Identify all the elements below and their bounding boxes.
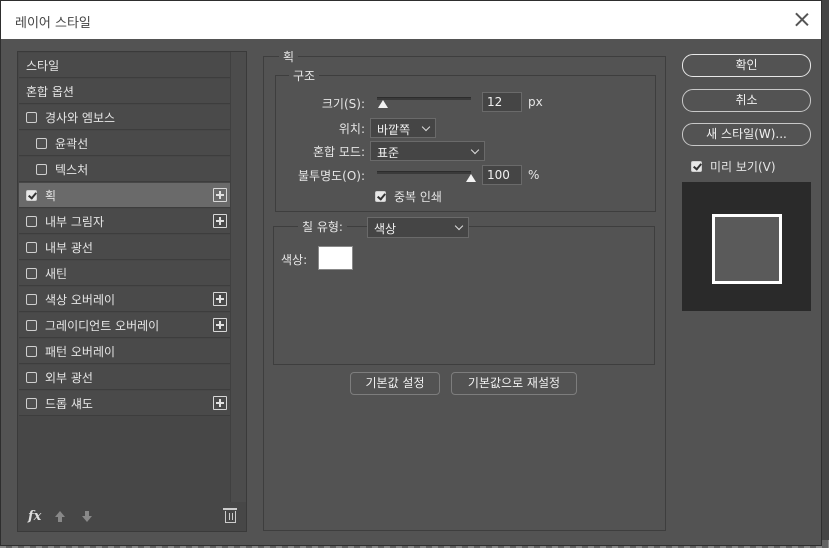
style-item-label: 텍스처	[55, 162, 89, 177]
stroke-section-title: 획	[279, 48, 299, 65]
style-checkbox[interactable]	[26, 241, 37, 253]
style-item-label: 혼합 옵션	[26, 84, 74, 99]
preview-thumbnail	[682, 182, 811, 311]
style-checkbox[interactable]	[26, 267, 37, 279]
style-item-label: 외부 광선	[45, 370, 93, 385]
fill-type-select[interactable]: 색상	[367, 217, 469, 238]
style-item[interactable]: 스타일	[19, 53, 231, 78]
move-down-icon[interactable]	[81, 511, 93, 523]
chevron-down-icon	[454, 221, 464, 231]
style-checkbox[interactable]	[26, 111, 37, 123]
chevron-down-icon	[421, 122, 431, 132]
style-item[interactable]: 그레이디언트 오버레이	[19, 313, 231, 338]
preview-checkbox[interactable]: 미리 보기(V)	[691, 158, 776, 175]
size-slider-track[interactable]	[377, 97, 471, 100]
style-item[interactable]: 경사와 엠보스	[19, 105, 231, 130]
style-item-label: 내부 그림자	[45, 214, 105, 229]
size-input[interactable]: 12	[482, 92, 522, 112]
make-default-button[interactable]: 기본값 설정	[350, 372, 440, 395]
style-item[interactable]: 색상 오버레이	[19, 287, 231, 312]
preview-check-icon	[691, 161, 702, 172]
style-item-label: 획	[45, 188, 57, 203]
add-effect-icon[interactable]	[213, 188, 227, 202]
style-checkbox[interactable]	[26, 293, 37, 305]
style-item-label: 스타일	[26, 58, 60, 73]
layer-style-dialog: 레이어 스타일 스타일 혼합 옵션 경사와 엠보스 윤곽선 텍스처 획 내부 그림자 내부 광…	[0, 0, 822, 546]
preview-stroke-square	[712, 214, 782, 284]
add-effect-icon[interactable]	[213, 396, 227, 410]
opacity-slider-track[interactable]	[377, 171, 471, 174]
style-item[interactable]: 혼합 옵션	[19, 79, 231, 104]
style-item[interactable]: 내부 광선	[19, 235, 231, 260]
trash-icon[interactable]	[223, 508, 237, 523]
fill-type-value: 색상	[374, 222, 397, 236]
add-effect-icon[interactable]	[213, 318, 227, 332]
style-item-label: 윤곽선	[55, 136, 89, 151]
chevron-down-icon	[470, 145, 480, 155]
blend-mode-select[interactable]: 표준	[370, 141, 485, 161]
add-effect-icon[interactable]	[213, 214, 227, 228]
style-checkbox[interactable]	[36, 163, 47, 175]
blend-mode-label: 혼합 모드:	[312, 145, 365, 159]
style-item-label: 드롭 섀도	[45, 396, 93, 411]
dialog-title: 레이어 스타일	[15, 16, 91, 31]
fx-button[interactable]: fx	[28, 509, 41, 524]
style-item[interactable]: 윤곽선	[19, 131, 231, 156]
style-checkbox[interactable]	[26, 215, 37, 227]
style-item[interactable]: 텍스처	[19, 157, 231, 182]
blend-mode-value: 표준	[377, 146, 400, 160]
overprint-check-icon	[375, 191, 386, 202]
style-checkbox[interactable]	[26, 345, 37, 357]
style-item[interactable]: 외부 광선	[19, 365, 231, 390]
cancel-button[interactable]: 취소	[682, 89, 811, 112]
opacity-label: 불투명도(O):	[297, 169, 365, 183]
color-label: 색상:	[281, 253, 308, 267]
style-item-label: 경사와 엠보스	[45, 110, 116, 125]
style-item-label: 패턴 오버레이	[45, 344, 116, 359]
opacity-input[interactable]: 100	[482, 165, 522, 185]
title-bar: 레이어 스타일	[1, 1, 821, 39]
style-item-label: 내부 광선	[45, 240, 93, 255]
style-checkbox[interactable]	[26, 189, 37, 201]
styles-list-scrollbar[interactable]	[230, 52, 246, 502]
position-label: 위치:	[338, 122, 365, 136]
opacity-unit: %	[528, 168, 540, 182]
style-item-label: 새틴	[45, 266, 68, 281]
ok-button[interactable]: 확인	[682, 54, 811, 77]
preview-label: 미리 보기(V)	[710, 160, 776, 174]
stroke-color-swatch[interactable]	[318, 246, 353, 270]
overprint-label: 중복 인쇄	[394, 190, 442, 204]
styles-list-panel: 스타일혼합 옵션경사와 엠보스윤곽선텍스처획내부 그림자내부 광선새틴색상 오버…	[17, 51, 247, 532]
position-select[interactable]: 바깥쪽	[370, 118, 436, 138]
reset-to-default-button[interactable]: 기본값으로 재설정	[451, 372, 577, 395]
position-value: 바깥쪽	[377, 123, 411, 137]
move-up-icon[interactable]	[54, 511, 66, 523]
style-checkbox[interactable]	[26, 397, 37, 409]
style-item[interactable]: 패턴 오버레이	[19, 339, 231, 364]
style-checkbox[interactable]	[26, 319, 37, 331]
add-effect-icon[interactable]	[213, 292, 227, 306]
style-checkbox[interactable]	[26, 371, 37, 383]
style-item[interactable]: 드롭 섀도	[19, 391, 231, 416]
new-style-button[interactable]: 새 스타일(W)...	[682, 123, 811, 146]
style-item[interactable]: 새틴	[19, 261, 231, 286]
style-item-label: 색상 오버레이	[45, 292, 116, 307]
style-item[interactable]: 획	[19, 183, 231, 208]
style-checkbox[interactable]	[36, 137, 47, 149]
opacity-slider-thumb[interactable]	[466, 174, 476, 182]
style-item-label: 그레이디언트 오버레이	[45, 318, 160, 333]
size-label: 크기(S):	[321, 97, 365, 111]
overprint-checkbox[interactable]: 중복 인쇄	[375, 188, 442, 205]
style-item[interactable]: 내부 그림자	[19, 209, 231, 234]
close-icon[interactable]	[791, 9, 813, 31]
fill-type-label: 칠 유형:	[298, 218, 347, 235]
structure-title: 구조	[289, 67, 320, 84]
size-slider-thumb[interactable]	[377, 100, 388, 108]
size-unit: px	[528, 95, 543, 109]
styles-list-footer: fx	[18, 501, 246, 531]
